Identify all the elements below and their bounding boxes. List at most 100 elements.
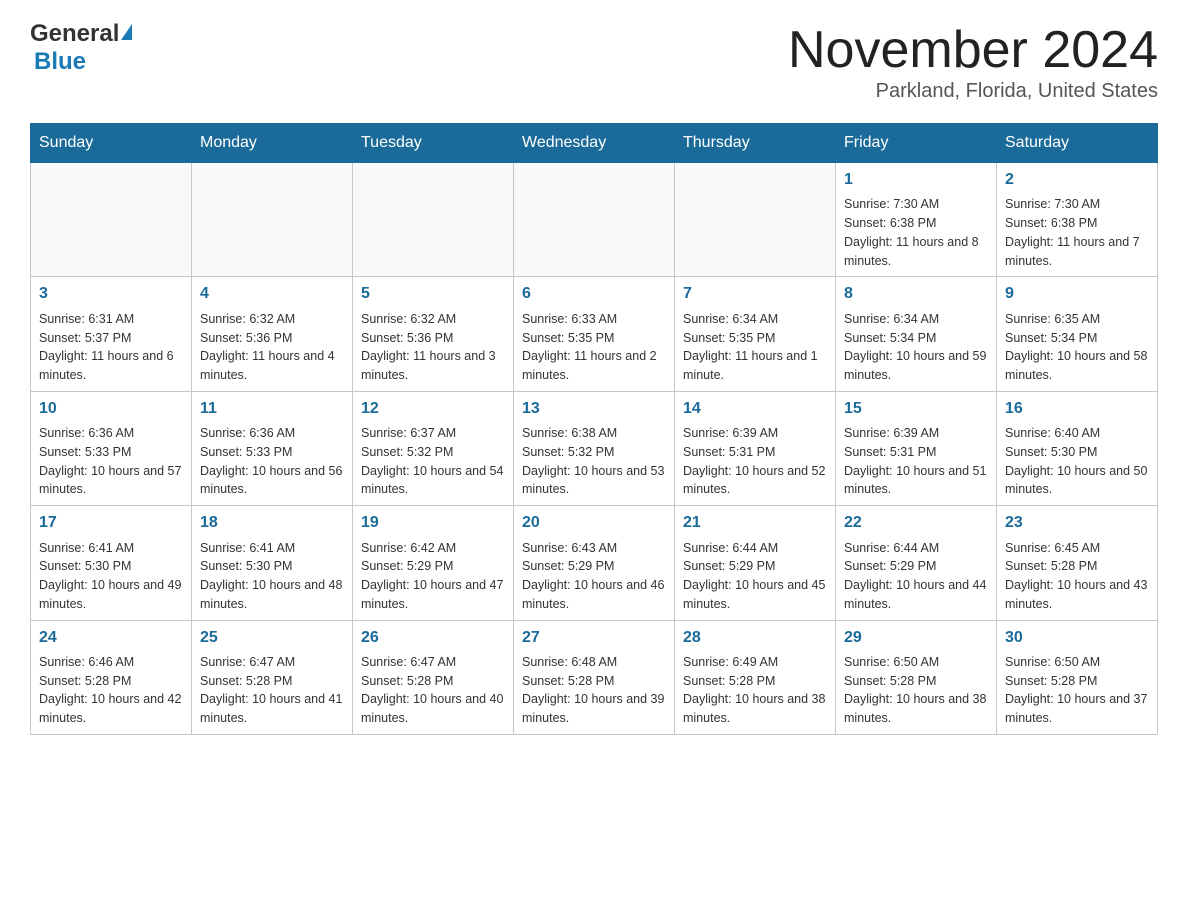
- day-cell: 10 Sunrise: 6:36 AM Sunset: 5:33 PM Dayli…: [31, 391, 192, 505]
- day-cell: 22 Sunrise: 6:44 AM Sunset: 5:29 PM Dayli…: [836, 506, 997, 620]
- day-header-wednesday: Wednesday: [514, 124, 675, 163]
- day-number: 15: [844, 398, 988, 420]
- day-cell: 27 Sunrise: 6:48 AM Sunset: 5:28 PM Dayli…: [514, 620, 675, 734]
- day-cell: 23 Sunrise: 6:45 AM Sunset: 5:28 PM Dayli…: [997, 506, 1158, 620]
- day-info: Sunrise: 6:44 AM Sunset: 5:29 PM Dayligh…: [844, 539, 988, 614]
- day-cell: 19 Sunrise: 6:42 AM Sunset: 5:29 PM Dayli…: [353, 506, 514, 620]
- day-number: 19: [361, 512, 505, 534]
- week-row-4: 17Sunrise: 6:41 AM Sunset: 5:30 PM Dayli…: [31, 506, 1158, 620]
- day-cell: 4 Sunrise: 6:32 AM Sunset: 5:36 PM Daylig…: [192, 277, 353, 391]
- day-cell: [675, 163, 836, 277]
- day-number: 3: [39, 283, 183, 305]
- day-info: Sunrise: 6:48 AM Sunset: 5:28 PM Dayligh…: [522, 653, 666, 728]
- day-cell: 5 Sunrise: 6:32 AM Sunset: 5:36 PM Daylig…: [353, 277, 514, 391]
- day-header-sunday: Sunday: [31, 124, 192, 163]
- day-info: Sunrise: 6:45 AM Sunset: 5:28 PM Dayligh…: [1005, 539, 1149, 614]
- day-cell: 7 Sunrise: 6:34 AM Sunset: 5:35 PM Daylig…: [675, 277, 836, 391]
- day-cell: 16Sunrise: 6:40 AM Sunset: 5:30 PM Dayli…: [997, 391, 1158, 505]
- day-info: Sunrise: 6:49 AM Sunset: 5:28 PM Dayligh…: [683, 653, 827, 728]
- calendar-header-row: SundayMondayTuesdayWednesdayThursdayFrid…: [31, 124, 1158, 163]
- day-header-thursday: Thursday: [675, 124, 836, 163]
- day-cell: 18 Sunrise: 6:41 AM Sunset: 5:30 PM Dayli…: [192, 506, 353, 620]
- day-number: 1: [844, 169, 988, 191]
- day-info: Sunrise: 6:40 AM Sunset: 5:30 PM Dayligh…: [1005, 424, 1149, 499]
- day-cell: 17Sunrise: 6:41 AM Sunset: 5:30 PM Dayli…: [31, 506, 192, 620]
- day-info: Sunrise: 6:47 AM Sunset: 5:28 PM Dayligh…: [361, 653, 505, 728]
- day-info: Sunrise: 6:41 AM Sunset: 5:30 PM Dayligh…: [200, 539, 344, 614]
- day-cell: [192, 163, 353, 277]
- page-header: General Blue November 2024 Parkland, Flo…: [30, 20, 1158, 103]
- week-row-5: 24 Sunrise: 6:46 AM Sunset: 5:28 PM Dayli…: [31, 620, 1158, 734]
- day-cell: 21 Sunrise: 6:44 AM Sunset: 5:29 PM Dayli…: [675, 506, 836, 620]
- day-cell: 26 Sunrise: 6:47 AM Sunset: 5:28 PM Dayli…: [353, 620, 514, 734]
- day-info: Sunrise: 6:41 AM Sunset: 5:30 PM Dayligh…: [39, 539, 183, 614]
- day-number: 30: [1005, 627, 1149, 649]
- day-cell: 24 Sunrise: 6:46 AM Sunset: 5:28 PM Dayli…: [31, 620, 192, 734]
- day-info: Sunrise: 6:47 AM Sunset: 5:28 PM Dayligh…: [200, 653, 344, 728]
- logo-blue-text: Blue: [34, 48, 86, 75]
- day-info: Sunrise: 6:32 AM Sunset: 5:36 PM Dayligh…: [200, 310, 344, 385]
- day-number: 24: [39, 627, 183, 649]
- day-number: 5: [361, 283, 505, 305]
- day-number: 10: [39, 398, 183, 420]
- day-number: 25: [200, 627, 344, 649]
- day-number: 13: [522, 398, 666, 420]
- day-number: 12: [361, 398, 505, 420]
- day-info: Sunrise: 6:42 AM Sunset: 5:29 PM Dayligh…: [361, 539, 505, 614]
- day-number: 23: [1005, 512, 1149, 534]
- day-info: Sunrise: 6:32 AM Sunset: 5:36 PM Dayligh…: [361, 310, 505, 385]
- day-info: Sunrise: 6:39 AM Sunset: 5:31 PM Dayligh…: [844, 424, 988, 499]
- day-cell: 12 Sunrise: 6:37 AM Sunset: 5:32 PM Dayli…: [353, 391, 514, 505]
- day-number: 29: [844, 627, 988, 649]
- day-number: 9: [1005, 283, 1149, 305]
- day-number: 27: [522, 627, 666, 649]
- day-info: Sunrise: 7:30 AM Sunset: 6:38 PM Dayligh…: [844, 195, 988, 270]
- day-cell: 25 Sunrise: 6:47 AM Sunset: 5:28 PM Dayli…: [192, 620, 353, 734]
- day-cell: 15 Sunrise: 6:39 AM Sunset: 5:31 PM Dayli…: [836, 391, 997, 505]
- day-number: 14: [683, 398, 827, 420]
- day-header-saturday: Saturday: [997, 124, 1158, 163]
- day-info: Sunrise: 6:44 AM Sunset: 5:29 PM Dayligh…: [683, 539, 827, 614]
- day-info: Sunrise: 6:34 AM Sunset: 5:35 PM Dayligh…: [683, 310, 827, 385]
- day-number: 7: [683, 283, 827, 305]
- logo-triangle-icon: [121, 24, 132, 40]
- day-number: 26: [361, 627, 505, 649]
- day-cell: 11 Sunrise: 6:36 AM Sunset: 5:33 PM Dayli…: [192, 391, 353, 505]
- day-info: Sunrise: 6:36 AM Sunset: 5:33 PM Dayligh…: [200, 424, 344, 499]
- title-block: November 2024 Parkland, Florida, United …: [788, 20, 1158, 103]
- day-info: Sunrise: 6:34 AM Sunset: 5:34 PM Dayligh…: [844, 310, 988, 385]
- day-cell: [31, 163, 192, 277]
- day-number: 11: [200, 398, 344, 420]
- day-number: 18: [200, 512, 344, 534]
- day-number: 20: [522, 512, 666, 534]
- day-header-tuesday: Tuesday: [353, 124, 514, 163]
- day-number: 8: [844, 283, 988, 305]
- day-info: Sunrise: 6:36 AM Sunset: 5:33 PM Dayligh…: [39, 424, 183, 499]
- day-cell: 28 Sunrise: 6:49 AM Sunset: 5:28 PM Dayli…: [675, 620, 836, 734]
- day-cell: 9Sunrise: 6:35 AM Sunset: 5:34 PM Daylig…: [997, 277, 1158, 391]
- day-cell: 30 Sunrise: 6:50 AM Sunset: 5:28 PM Dayli…: [997, 620, 1158, 734]
- day-cell: [514, 163, 675, 277]
- day-info: Sunrise: 7:30 AM Sunset: 6:38 PM Dayligh…: [1005, 195, 1149, 270]
- logo-general-text: General: [30, 20, 119, 48]
- day-number: 28: [683, 627, 827, 649]
- day-info: Sunrise: 6:50 AM Sunset: 5:28 PM Dayligh…: [844, 653, 988, 728]
- day-info: Sunrise: 6:37 AM Sunset: 5:32 PM Dayligh…: [361, 424, 505, 499]
- week-row-2: 3Sunrise: 6:31 AM Sunset: 5:37 PM Daylig…: [31, 277, 1158, 391]
- day-info: Sunrise: 6:50 AM Sunset: 5:28 PM Dayligh…: [1005, 653, 1149, 728]
- day-info: Sunrise: 6:43 AM Sunset: 5:29 PM Dayligh…: [522, 539, 666, 614]
- location: Parkland, Florida, United States: [788, 80, 1158, 103]
- day-info: Sunrise: 6:46 AM Sunset: 5:28 PM Dayligh…: [39, 653, 183, 728]
- day-cell: 14Sunrise: 6:39 AM Sunset: 5:31 PM Dayli…: [675, 391, 836, 505]
- month-title: November 2024: [788, 20, 1158, 80]
- day-number: 21: [683, 512, 827, 534]
- day-header-monday: Monday: [192, 124, 353, 163]
- day-info: Sunrise: 6:33 AM Sunset: 5:35 PM Dayligh…: [522, 310, 666, 385]
- day-info: Sunrise: 6:38 AM Sunset: 5:32 PM Dayligh…: [522, 424, 666, 499]
- week-row-1: 1 Sunrise: 7:30 AM Sunset: 6:38 PM Daylig…: [31, 163, 1158, 277]
- day-number: 22: [844, 512, 988, 534]
- day-cell: 1 Sunrise: 7:30 AM Sunset: 6:38 PM Daylig…: [836, 163, 997, 277]
- day-cell: 2Sunrise: 7:30 AM Sunset: 6:38 PM Daylig…: [997, 163, 1158, 277]
- day-cell: [353, 163, 514, 277]
- day-number: 4: [200, 283, 344, 305]
